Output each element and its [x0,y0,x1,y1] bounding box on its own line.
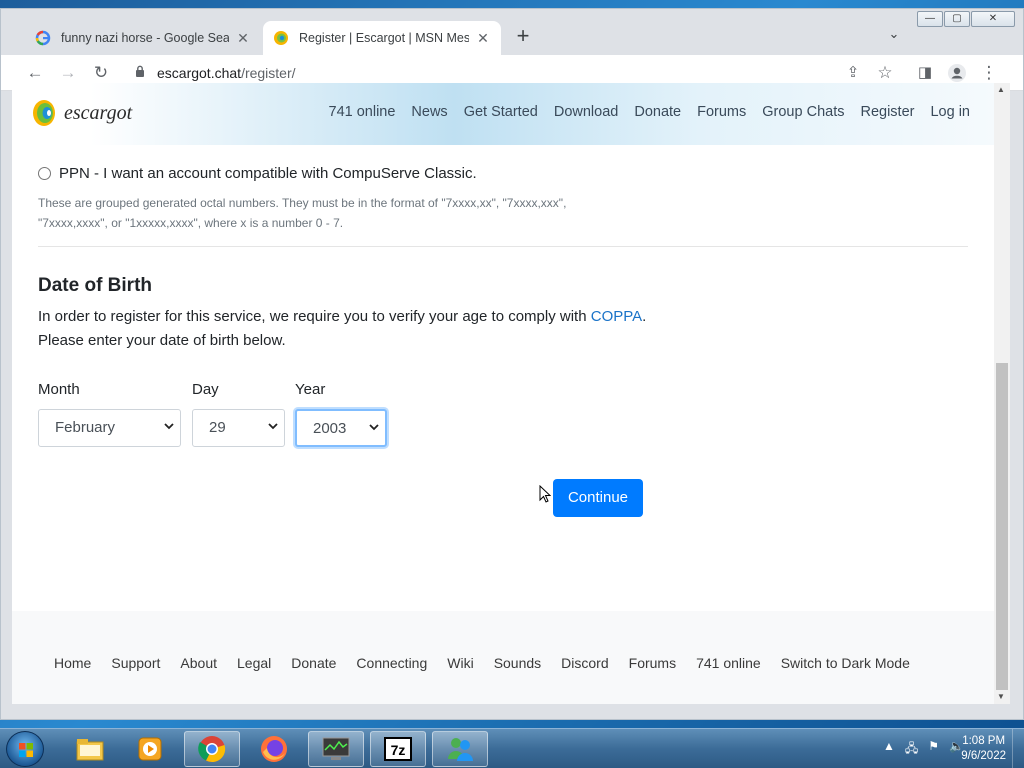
tab-title: funny nazi horse - Google Search [61,31,229,45]
mouse-cursor-icon [539,485,551,503]
explorer-icon[interactable] [62,731,118,767]
coppa-link[interactable]: COPPA [591,308,642,325]
dob-description: In order to register for this service, w… [38,308,647,349]
footer-wiki[interactable]: Wiki [447,655,473,671]
section-divider [38,246,968,247]
start-button[interactable] [6,731,44,767]
side-panel-icon[interactable]: ◨ [913,61,937,85]
escargot-logo-icon [33,100,55,126]
clock-time: 1:08 PM [962,735,1006,747]
page-scrollbar[interactable]: ▲ ▼ [994,83,1010,704]
nav-register[interactable]: Register [860,104,914,120]
month-label: Month [38,381,80,398]
task-manager-icon[interactable] [308,731,364,767]
year-value: 2003 [313,420,347,437]
scroll-up-arrow-icon[interactable]: ▲ [997,85,1005,94]
media-player-icon[interactable] [122,731,178,767]
firefox-icon[interactable] [246,731,302,767]
footer-discord[interactable]: Discord [561,655,608,671]
ppn-label: PPN - I want an account compatible with … [59,165,477,182]
tab-escargot-register[interactable]: Register | Escargot | MSN Messe ✕ [263,21,501,55]
action-center-flag-icon[interactable]: ⚑ [928,739,939,760]
window-controls: — ▢ ✕ [916,11,1015,27]
share-icon[interactable]: ⇪ [841,61,865,85]
main-nav: 741 online News Get Started Download Don… [329,104,971,120]
bookmark-star-icon[interactable]: ☆ [873,61,897,85]
logo-text: escargot [64,101,133,124]
footer-connecting[interactable]: Connecting [356,655,427,671]
nav-get-started[interactable]: Get Started [464,104,538,120]
show-desktop-button[interactable] [1012,729,1024,768]
nav-forums[interactable]: Forums [697,104,746,120]
day-select[interactable]: 29 [192,409,285,447]
footer-sounds[interactable]: Sounds [494,655,541,671]
footer-donate[interactable]: Donate [291,655,336,671]
tab-strip: funny nazi horse - Google Search ✕ Regis… [1,9,1023,55]
reload-icon[interactable]: ↻ [89,61,113,85]
scroll-down-arrow-icon[interactable]: ▼ [997,692,1005,701]
ppn-hint: These are grouped generated octal number… [38,196,567,230]
close-tab-icon[interactable]: ✕ [475,30,491,47]
day-label: Day [192,381,219,398]
month-value: February [55,419,116,436]
month-select[interactable]: February [38,409,181,447]
windows-taskbar: 7z ▲ 🖧 ⚑ 🔈 1:08 PM 9/6/2022 [0,728,1024,768]
scrollbar-thumb[interactable] [996,363,1008,690]
chevron-down-icon [369,424,379,431]
nav-download[interactable]: Download [554,104,619,120]
close-tab-icon[interactable]: ✕ [235,30,251,47]
page-viewport: escargot 741 online News Get Started Dow… [12,83,994,704]
chevron-down-icon [268,423,278,430]
nav-group-chats[interactable]: Group Chats [762,104,844,120]
7zip-icon[interactable]: 7z [370,731,426,767]
nav-news[interactable]: News [411,104,447,120]
messenger-icon[interactable] [432,731,488,767]
network-icon[interactable]: 🖧 [905,739,918,760]
profile-avatar-icon[interactable] [945,61,969,85]
footer-home[interactable]: Home [54,655,91,671]
site-header: escargot 741 online News Get Started Dow… [12,83,994,145]
ppn-radio[interactable] [38,167,51,180]
year-label: Year [295,381,326,398]
tab-title: Register | Escargot | MSN Messe [299,31,469,45]
tab-google-search[interactable]: funny nazi horse - Google Search ✕ [25,21,261,55]
nav-online-count[interactable]: 741 online [329,104,396,120]
footer-links: Home Support About Legal Donate Connecti… [54,655,910,671]
year-select[interactable]: 2003 [295,409,387,447]
site-logo[interactable]: escargot [32,99,132,127]
back-arrow-icon[interactable]: ← [23,61,47,85]
new-tab-button[interactable]: + [511,25,535,49]
footer-support[interactable]: Support [111,655,160,671]
maximize-button[interactable]: ▢ [944,11,970,27]
lock-icon [136,65,144,77]
taskbar-clock[interactable]: 1:08 PM 9/6/2022 [961,734,1006,764]
chevron-down-icon [164,423,174,430]
day-value: 29 [209,419,226,436]
dob-heading: Date of Birth [38,275,152,296]
ppn-option[interactable]: PPN - I want an account compatible with … [38,165,477,182]
show-hidden-icons-icon[interactable]: ▲ [883,739,895,760]
clock-date: 9/6/2022 [961,750,1006,762]
minimize-button[interactable]: — [917,11,943,27]
footer-legal[interactable]: Legal [237,655,271,671]
footer-dark-mode-toggle[interactable]: Switch to Dark Mode [781,655,910,671]
footer-online-count[interactable]: 741 online [696,655,761,671]
system-tray: ▲ 🖧 ⚑ 🔈 [883,739,964,760]
google-icon [35,30,51,46]
url-text: escargot.chat/register/ [157,65,296,81]
menu-kebab-icon[interactable]: ⋮ [977,61,1001,85]
chrome-icon[interactable] [184,731,240,767]
windows-logo-icon [19,743,33,757]
nav-donate[interactable]: Donate [634,104,681,120]
escargot-icon [274,31,288,45]
footer-forums[interactable]: Forums [629,655,676,671]
nav-login[interactable]: Log in [930,104,970,120]
tab-search-chevron-icon[interactable]: ⌄ [885,26,903,42]
close-window-button[interactable]: ✕ [971,11,1015,27]
forward-arrow-icon[interactable]: → [56,61,80,85]
footer-about[interactable]: About [180,655,217,671]
continue-button[interactable]: Continue [553,479,643,517]
site-footer: Home Support About Legal Donate Connecti… [12,611,994,704]
svg-text:7z: 7z [391,742,406,758]
